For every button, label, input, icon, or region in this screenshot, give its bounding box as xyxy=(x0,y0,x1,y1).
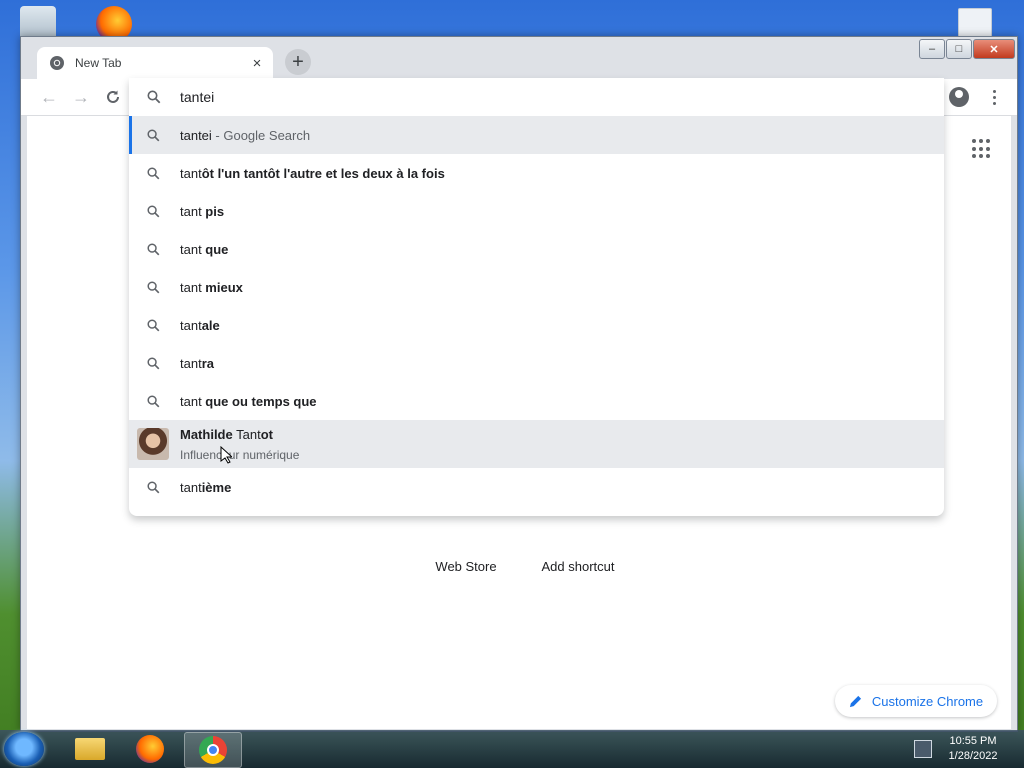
address-bar-text[interactable]: tantei xyxy=(180,89,214,105)
pencil-icon xyxy=(849,695,861,707)
apps-grid-icon[interactable] xyxy=(972,139,992,159)
address-bar[interactable]: tantei xyxy=(129,78,944,116)
suggestion-typed: tant xyxy=(180,165,202,181)
taskbar-firefox[interactable] xyxy=(122,732,178,766)
suggestion-completion: que ou temps que xyxy=(205,393,317,409)
search-icon xyxy=(147,357,160,370)
suggestion-typed: tant xyxy=(180,241,206,257)
omnibox-dropdown: tantei tantei - Google Search tantôt l'u… xyxy=(129,78,944,516)
suggestion-item[interactable]: tant pis xyxy=(129,192,944,230)
close-window-button[interactable]: ✕ xyxy=(973,39,1015,59)
search-icon xyxy=(147,395,160,408)
customize-chrome-label: Customize Chrome xyxy=(871,693,984,709)
suggestion-item[interactable]: tant mieux xyxy=(129,268,944,306)
suggestion-completion: ra xyxy=(201,355,214,371)
suggestion-item[interactable]: tantra xyxy=(129,344,944,382)
search-icon xyxy=(147,167,160,180)
suggestion-completion: mieux xyxy=(205,279,243,295)
menu-kebab-icon[interactable] xyxy=(987,85,1001,109)
customize-chrome-button[interactable]: Customize Chrome xyxy=(835,685,997,717)
tab-new-tab[interactable]: New Tab × xyxy=(37,47,273,79)
suggestion-typed: tant xyxy=(180,355,202,371)
tab-strip: New Tab × + – □ ✕ xyxy=(21,37,1017,79)
suggestion-completion: ième xyxy=(201,479,232,495)
suggestion-item[interactable]: tantale xyxy=(129,306,944,344)
back-arrow-icon[interactable]: ← xyxy=(37,85,61,109)
suggestion-completion: que xyxy=(205,241,229,257)
search-icon xyxy=(147,319,160,332)
new-tab-button[interactable]: + xyxy=(285,49,311,75)
suggestion-suffix: - Google Search xyxy=(211,127,311,143)
search-icon xyxy=(147,243,160,256)
search-icon xyxy=(147,129,160,142)
search-icon xyxy=(147,205,160,218)
suggestion-list: tantei - Google Search tantôt l'un tantô… xyxy=(129,116,944,506)
entity-name-plain: Tant xyxy=(232,427,261,442)
reload-icon[interactable] xyxy=(101,85,125,109)
entity-name-bold: Mathilde xyxy=(180,427,233,442)
mouse-cursor-icon xyxy=(220,446,232,464)
suggestion-item[interactable]: tantôt l'un tantôt l'autre et les deux à… xyxy=(129,154,944,192)
shortcut-web-store[interactable]: Web Store xyxy=(406,559,526,574)
folder-icon xyxy=(75,738,105,760)
entity-name-bold2: ot xyxy=(260,427,273,442)
clock-date: 1/28/2022 xyxy=(948,750,998,762)
search-icon xyxy=(147,481,160,494)
taskbar-clock[interactable]: 10:55 PM 1/28/2022 xyxy=(938,734,1008,764)
suggestion-typed: tant xyxy=(180,317,202,333)
firefox-icon xyxy=(136,735,164,763)
suggestion-completion: ale xyxy=(201,317,220,333)
suggestion-typed: tant xyxy=(180,203,206,219)
chrome-favicon-icon xyxy=(50,56,64,70)
forward-arrow-icon[interactable]: → xyxy=(69,85,93,109)
suggestion-typed: tant xyxy=(180,279,206,295)
suggestion-google-search[interactable]: tantei - Google Search xyxy=(129,116,944,154)
tab-close-icon[interactable]: × xyxy=(247,53,267,73)
entity-description: Influenceur numérique xyxy=(180,448,300,462)
search-icon xyxy=(147,90,161,104)
suggestion-item[interactable]: tantième xyxy=(129,468,944,506)
minimize-button[interactable]: – xyxy=(919,39,945,59)
taskbar: 10:55 PM 1/28/2022 xyxy=(0,730,1024,768)
suggestion-completion: ôt l'un tantôt l'autre et les deux à la … xyxy=(201,165,445,181)
suggestion-item[interactable]: tant que xyxy=(129,230,944,268)
taskbar-chrome[interactable] xyxy=(184,732,242,768)
suggestion-typed: tant xyxy=(180,479,202,495)
shortcut-add[interactable]: Add shortcut xyxy=(518,559,638,574)
tab-title: New Tab xyxy=(75,56,122,70)
maximize-button[interactable]: □ xyxy=(946,39,972,59)
clock-time: 10:55 PM xyxy=(949,735,997,747)
profile-avatar-icon[interactable] xyxy=(949,87,969,107)
suggestion-completion: pis xyxy=(205,203,225,219)
suggestion-entity-person[interactable]: Mathilde Tantot Influenceur numérique xyxy=(129,420,944,468)
network-icon[interactable] xyxy=(914,740,932,758)
chrome-icon xyxy=(199,736,227,764)
suggestion-typed: tant xyxy=(180,393,206,409)
taskbar-explorer[interactable] xyxy=(62,732,118,766)
suggestion-typed: tantei xyxy=(180,127,212,143)
start-button[interactable] xyxy=(4,732,44,766)
person-avatar xyxy=(137,428,169,460)
suggestion-item[interactable]: tant que ou temps que xyxy=(129,382,944,420)
search-icon xyxy=(147,281,160,294)
